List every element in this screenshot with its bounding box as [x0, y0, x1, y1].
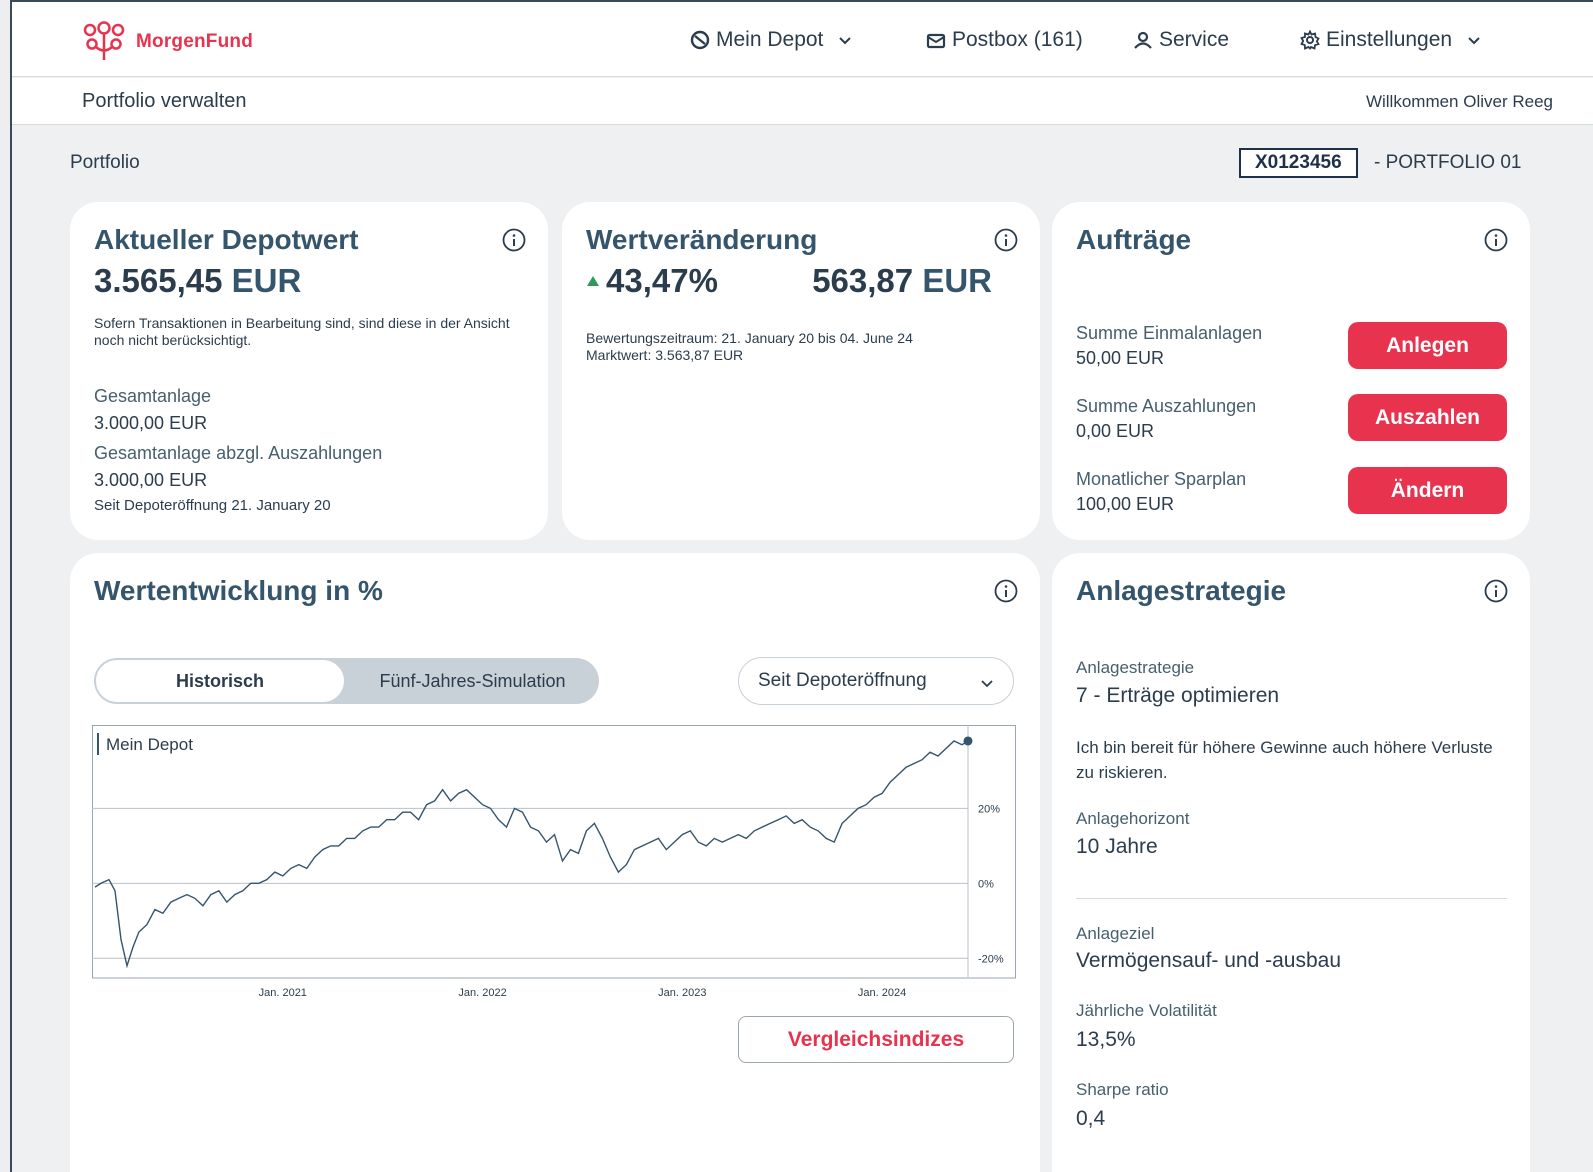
wertveraenderung-currency: EUR [922, 262, 992, 299]
chart-mode-toggle: Historisch Fünf-Jahres-Simulation [94, 658, 599, 704]
depotwert-amount-value: 3.565,45 [94, 262, 223, 299]
performance-chart[interactable]: 20% 0% -20% Jan. 2021 Jan. 2022 Jan. 2023 Jan.… [92, 725, 1016, 1005]
y-tick-label: 20% [978, 803, 1000, 815]
auszahlen-button[interactable]: Auszahlen [1348, 394, 1507, 441]
info-icon[interactable] [994, 228, 1018, 252]
auszahlungen-value: 0,00 EUR [1076, 421, 1155, 441]
app-frame: MorgenFund Mein Depot Postbox (161) Serv… [10, 0, 1593, 1172]
card-wertentwicklung: Wertentwicklung in % Historisch Fünf-Jah… [70, 553, 1040, 1172]
top-navigation: MorgenFund Mein Depot Postbox (161) Serv… [12, 2, 1593, 77]
user-icon [1134, 31, 1152, 49]
wertveraenderung-percent: 43,47% [586, 262, 718, 300]
einmalanlagen-value: 50,00 EUR [1076, 348, 1165, 368]
portfolio-name: - PORTFOLIO 01 [1374, 152, 1522, 173]
period-select[interactable]: Seit Depoteröffnung [738, 657, 1014, 705]
strategie-beschreibung: Ich bin bereit für höhere Gewinne auch h… [1076, 738, 1493, 782]
sparplan-value: 100,00 EUR [1076, 494, 1175, 514]
card-depotwert: Aktueller Depotwert 3.565,45 EUR Sofern … [70, 202, 548, 540]
nav-einstellungen-label: Einstellungen [1326, 28, 1453, 51]
portfolio-label: Portfolio [70, 152, 140, 173]
nav-mein-depot[interactable]: Mein Depot [690, 28, 853, 52]
card-anlagestrategie: Anlagestrategie Anlagestrategie 7 - Ertr… [1052, 553, 1530, 1172]
portfolio-id-selector[interactable]: X0123456 [1239, 148, 1358, 178]
sharpe-label: Sharpe ratio [1076, 1080, 1169, 1099]
nav-postbox-label: Postbox (161) [952, 28, 1083, 51]
gesamtanlage-label: Gesamtanlage [94, 386, 212, 406]
depotwert-amount: 3.565,45 EUR [94, 262, 301, 300]
aendern-button[interactable]: Ändern [1348, 467, 1507, 514]
wertveraenderung-amount: 563,87 EUR [812, 262, 992, 300]
abzgl-label: Gesamtanlage abzgl. Auszahlungen [94, 443, 383, 463]
arrow-up-icon [587, 276, 599, 286]
anlegen-button[interactable]: Anlegen [1348, 322, 1507, 369]
nav-service[interactable]: Service [1133, 28, 1229, 52]
bewertungszeitraum: Bewertungszeitraum: 21. January 20 bis 0… [586, 330, 913, 346]
tab-simulation[interactable]: Fünf-Jahres-Simulation [346, 658, 599, 704]
gesamtanlage-value: 3.000,00 EUR [94, 413, 208, 433]
nav-service-label: Service [1159, 28, 1230, 51]
vergleichsindizes-button[interactable]: Vergleichsindizes [738, 1016, 1014, 1063]
chevron-down-icon [1468, 37, 1480, 45]
chevron-down-icon [839, 37, 852, 45]
page-title: Portfolio verwalten [82, 90, 247, 112]
anlageziel-label: Anlageziel [1076, 924, 1155, 943]
tab-historisch[interactable]: Historisch [95, 659, 345, 703]
period-select-value: Seit Depoteröffnung [758, 670, 927, 691]
y-tick-label: 0% [978, 878, 994, 890]
anlagestrategie-title: Anlagestrategie [1076, 575, 1287, 606]
gear-icon [1300, 30, 1320, 50]
wertentwicklung-title: Wertentwicklung in % [94, 575, 383, 606]
einmalanlagen-label: Summe Einmalanlagen [1076, 323, 1263, 343]
x-tick-label: Jan. 2022 [458, 987, 506, 999]
horizont-label: Anlagehorizont [1076, 809, 1190, 828]
mail-icon [926, 33, 946, 49]
strategie-label: Anlagestrategie [1076, 658, 1195, 677]
volatilitaet-value: 13,5% [1076, 1028, 1136, 1051]
divider [1076, 898, 1507, 899]
sharpe-value: 0,4 [1076, 1107, 1106, 1130]
volatilitaet-label: Jährliche Volatilität [1076, 1001, 1217, 1020]
chart-frame [92, 725, 1016, 979]
seit-depoteroeffnung: Seit Depoteröffnung 21. January 20 [94, 497, 331, 514]
x-tick-label: Jan. 2021 [259, 987, 307, 999]
auftraege-title: Aufträge [1076, 224, 1192, 255]
info-icon[interactable] [502, 228, 526, 252]
depotwert-title: Aktueller Depotwert [94, 224, 359, 255]
chevron-down-icon [981, 680, 993, 688]
morgenfund-logo-icon [83, 21, 125, 60]
horizont-value: 10 Jahre [1076, 835, 1158, 858]
marktwert: Marktwert: 3.563,87 EUR [586, 347, 744, 363]
anlageziel-value: Vermögensauf- und -ausbau [1076, 949, 1342, 972]
wertveraenderung-amount-value: 563,87 [812, 262, 914, 299]
legend-label: Mein Depot [106, 735, 193, 754]
sparplan-label: Monatlicher Sparplan [1076, 469, 1247, 489]
nav-einstellungen[interactable]: Einstellungen [1300, 28, 1482, 52]
card-wertveraenderung: Wertveränderung 43,47% 563,87 EUR Bewert… [562, 202, 1040, 540]
auszahlungen-label: Summe Auszahlungen [1076, 396, 1257, 416]
sub-header: Portfolio verwalten Willkommen Oliver Re… [12, 78, 1593, 125]
wertveraenderung-percent-value: 43,47% [606, 262, 718, 299]
brand-name: MorgenFund [136, 31, 254, 52]
x-tick-label: Jan. 2024 [858, 987, 906, 999]
brand-logo[interactable]: MorgenFund [82, 20, 253, 64]
info-icon[interactable] [994, 579, 1018, 603]
info-icon[interactable] [1484, 579, 1508, 603]
nav-postbox[interactable]: Postbox (161) [926, 28, 1083, 52]
card-auftraege: Aufträge Summe Einmalanlagen 50,00 EUR A… [1052, 202, 1530, 540]
nav-mein-depot-label: Mein Depot [716, 28, 824, 51]
wertveraenderung-title: Wertveränderung [586, 224, 818, 255]
x-tick-label: Jan. 2023 [658, 987, 706, 999]
strategie-value: 7 - Erträge optimieren [1076, 684, 1280, 707]
y-tick-label: -20% [978, 953, 1004, 965]
depotwert-currency: EUR [231, 262, 302, 299]
series-end-point [963, 736, 973, 746]
info-icon[interactable] [1484, 228, 1508, 252]
abzgl-value: 3.000,00 EUR [94, 470, 208, 490]
welcome-text: Willkommen Oliver Reeg [1365, 92, 1553, 111]
depot-icon [690, 30, 710, 50]
depotwert-note: Sofern Transaktionen in Bearbeitung sind… [94, 315, 510, 348]
